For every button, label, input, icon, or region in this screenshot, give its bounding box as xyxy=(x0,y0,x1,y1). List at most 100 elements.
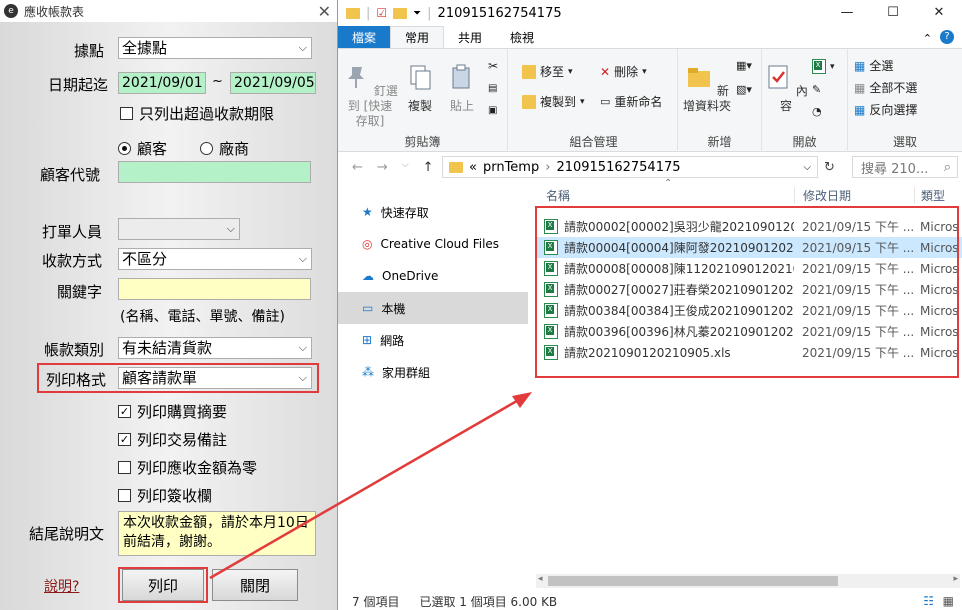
zero-receivable-checkbox[interactable]: 列印應收金額為零 xyxy=(118,457,257,478)
tab-share[interactable]: 共用 xyxy=(444,26,496,48)
copy-icon xyxy=(410,65,431,90)
minimize-icon[interactable]: — xyxy=(824,0,870,24)
nav-homegroup[interactable]: ⁂ 家用群組 xyxy=(338,356,528,388)
nav-creative-cloud[interactable]: ◎ Creative Cloud Files xyxy=(338,228,528,260)
file-list-highlight xyxy=(535,206,959,378)
select-none-button[interactable]: ▦ 全部不選 xyxy=(854,79,917,96)
column-date[interactable]: 修改日期 xyxy=(794,186,914,204)
operator-select[interactable]: ⌵ xyxy=(118,218,240,240)
help-link[interactable]: 說明? xyxy=(44,576,79,596)
cut-icon[interactable]: ✂ xyxy=(488,59,498,73)
delete-button[interactable]: ✕ 刪除 ▾ xyxy=(600,63,647,80)
open-group: 內容 ▾ ✎ ◔ 開啟 xyxy=(762,49,848,152)
dialog-titlebar: e 應收帳款表 ✕ xyxy=(0,0,337,22)
refresh-icon[interactable]: ↻ xyxy=(824,160,835,175)
nav-quick-access[interactable]: ★ 快速存取 xyxy=(338,196,528,228)
move-to-button[interactable]: 移至 ▾ xyxy=(522,63,573,80)
new-item-icon[interactable]: ▦▾ xyxy=(736,59,752,72)
chevron-down-icon[interactable]: ⏷ xyxy=(413,8,421,19)
address-bar[interactable]: « prnTemp › 210915162754175 ⌵ xyxy=(442,156,818,178)
close-button[interactable]: 關閉 xyxy=(212,569,298,601)
file-explorer-window: | ☑ ⏷ | 210915162754175 — ☐ ✕ 檔案 常用 共用 檢… xyxy=(338,0,962,610)
column-name[interactable]: 名稱 xyxy=(536,187,794,204)
details-view-icon[interactable]: ☷ xyxy=(923,594,934,608)
footer-note-textarea[interactable]: 本次收款金額，請於本月10日前結清，謝謝。 xyxy=(118,511,316,556)
maximize-icon[interactable]: ☐ xyxy=(870,0,916,24)
back-arrow-icon[interactable]: ← xyxy=(352,160,363,175)
new-folder-button[interactable]: 新增資料夾 xyxy=(682,63,732,114)
signature-checkbox[interactable]: 列印簽收欄 xyxy=(118,485,212,506)
account-type-select[interactable]: 有未結清貨款 ⌵ xyxy=(118,337,312,359)
print-format-select[interactable]: 顧客請款單 ⌵ xyxy=(118,367,312,389)
radio-dot xyxy=(200,142,213,155)
copy-button[interactable]: 複製 xyxy=(400,63,440,114)
purchase-summary-label: 列印購買摘要 xyxy=(137,403,228,421)
keyword-input[interactable] xyxy=(118,278,311,300)
folder-icon xyxy=(522,64,536,79)
tab-home[interactable]: 常用 xyxy=(390,26,445,48)
folder-icon xyxy=(449,161,463,173)
rename-button[interactable]: ▭ 重新命名 xyxy=(600,93,662,110)
print-button[interactable]: 列印 xyxy=(122,569,204,601)
select-all-button[interactable]: ▦ 全選 xyxy=(854,57,893,74)
breadcrumb-parent[interactable]: prnTemp xyxy=(483,160,539,175)
customer-radio[interactable]: 顧客 xyxy=(118,138,167,159)
homegroup-icon: ⁂ xyxy=(362,365,374,379)
print-format-value: 顧客請款單 xyxy=(122,369,198,387)
tab-view[interactable]: 檢視 xyxy=(496,26,548,48)
operator-label: 打單人員 xyxy=(41,223,102,241)
location-value: 全據點 xyxy=(122,39,168,57)
nav-buttons: ← → ⌵ ↑ xyxy=(352,160,434,175)
pin-icon xyxy=(348,67,365,88)
help-icon[interactable]: ? xyxy=(940,30,954,44)
edit-icon[interactable]: ✎ xyxy=(812,83,821,96)
invert-select-button[interactable]: ▦ 反向選擇 xyxy=(854,101,917,118)
paste-button[interactable]: 貼上 xyxy=(442,63,482,114)
history-icon[interactable]: ◔ xyxy=(812,105,822,118)
easy-access-icon[interactable]: ▧▾ xyxy=(736,83,752,96)
column-type[interactable]: 類型 xyxy=(914,186,945,204)
scrollbar-thumb[interactable] xyxy=(548,576,838,586)
trade-note-checkbox[interactable]: ✓ 列印交易備註 xyxy=(118,429,227,450)
chevron-down-icon[interactable]: ⌵ xyxy=(803,162,811,173)
scroll-left-icon[interactable]: ◂ xyxy=(538,574,543,584)
large-icons-view-icon[interactable]: ▦ xyxy=(943,594,954,608)
scroll-right-icon[interactable]: ▸ xyxy=(953,574,958,584)
date-to-input[interactable]: 2021/09/05 xyxy=(230,72,316,94)
horizontal-scrollbar[interactable]: ◂ ▸ xyxy=(536,574,960,588)
pin-quick-access-button[interactable]: 釘選到 [快速存取] xyxy=(342,63,398,129)
nav-onedrive[interactable]: ☁ OneDrive xyxy=(338,260,528,292)
select-group: ▦ 全選 ▦ 全部不選 ▦ 反向選擇 選取 xyxy=(848,49,962,152)
ribbon-collapse-icon[interactable]: ⌃ xyxy=(923,32,932,45)
dialog-title: 應收帳款表 xyxy=(24,4,85,19)
nav-this-pc[interactable]: ▭ 本機 xyxy=(338,292,528,324)
status-selected: 已選取 1 個項目 6.00 KB xyxy=(419,594,558,609)
search-box[interactable]: 搜尋 210... ⌕ xyxy=(852,156,958,178)
date-from-input[interactable]: 2021/09/01 xyxy=(118,72,206,94)
copy-path-icon[interactable]: ▤ xyxy=(488,83,497,94)
close-icon[interactable]: ✕ xyxy=(916,0,962,24)
customer-code-input[interactable] xyxy=(118,161,311,183)
paste-shortcut-icon[interactable]: ▣ xyxy=(488,105,497,116)
vendor-radio[interactable]: 廠商 xyxy=(200,138,249,159)
payment-select[interactable]: 不區分 ⌵ xyxy=(118,248,312,270)
nav-network[interactable]: ⊞ 網路 xyxy=(338,324,528,356)
properties-button[interactable]: 內容 xyxy=(764,63,808,114)
tab-file[interactable]: 檔案 xyxy=(338,26,391,48)
up-arrow-icon[interactable]: ↑ xyxy=(423,160,434,175)
breadcrumb-current[interactable]: 210915162754175 xyxy=(556,160,680,175)
close-icon[interactable]: ✕ xyxy=(318,2,331,21)
creative-cloud-icon: ◎ xyxy=(362,237,373,251)
path-overflow[interactable]: « xyxy=(469,160,477,175)
overdue-only-checkbox[interactable]: 只列出超過收款期限 xyxy=(120,103,274,124)
purchase-summary-checkbox[interactable]: ✓ 列印購買摘要 xyxy=(118,401,227,422)
payment-label: 收款方式 xyxy=(41,252,102,270)
properties-check-icon[interactable]: ☑ xyxy=(376,6,387,20)
new-folder-icon[interactable] xyxy=(393,7,408,19)
receivables-dialog: e 應收帳款表 ✕ 據點 全據點 ⌵ 日期起迄 2021/09/01 ~ 2021… xyxy=(0,0,338,610)
forward-arrow-icon[interactable]: → xyxy=(377,160,388,175)
location-select[interactable]: 全據點 ⌵ xyxy=(118,37,312,59)
recent-chevron-icon[interactable]: ⌵ xyxy=(402,160,409,175)
copy-to-button[interactable]: 複製到 ▾ xyxy=(522,93,585,110)
excel-open-icon[interactable]: ▾ xyxy=(812,59,835,74)
